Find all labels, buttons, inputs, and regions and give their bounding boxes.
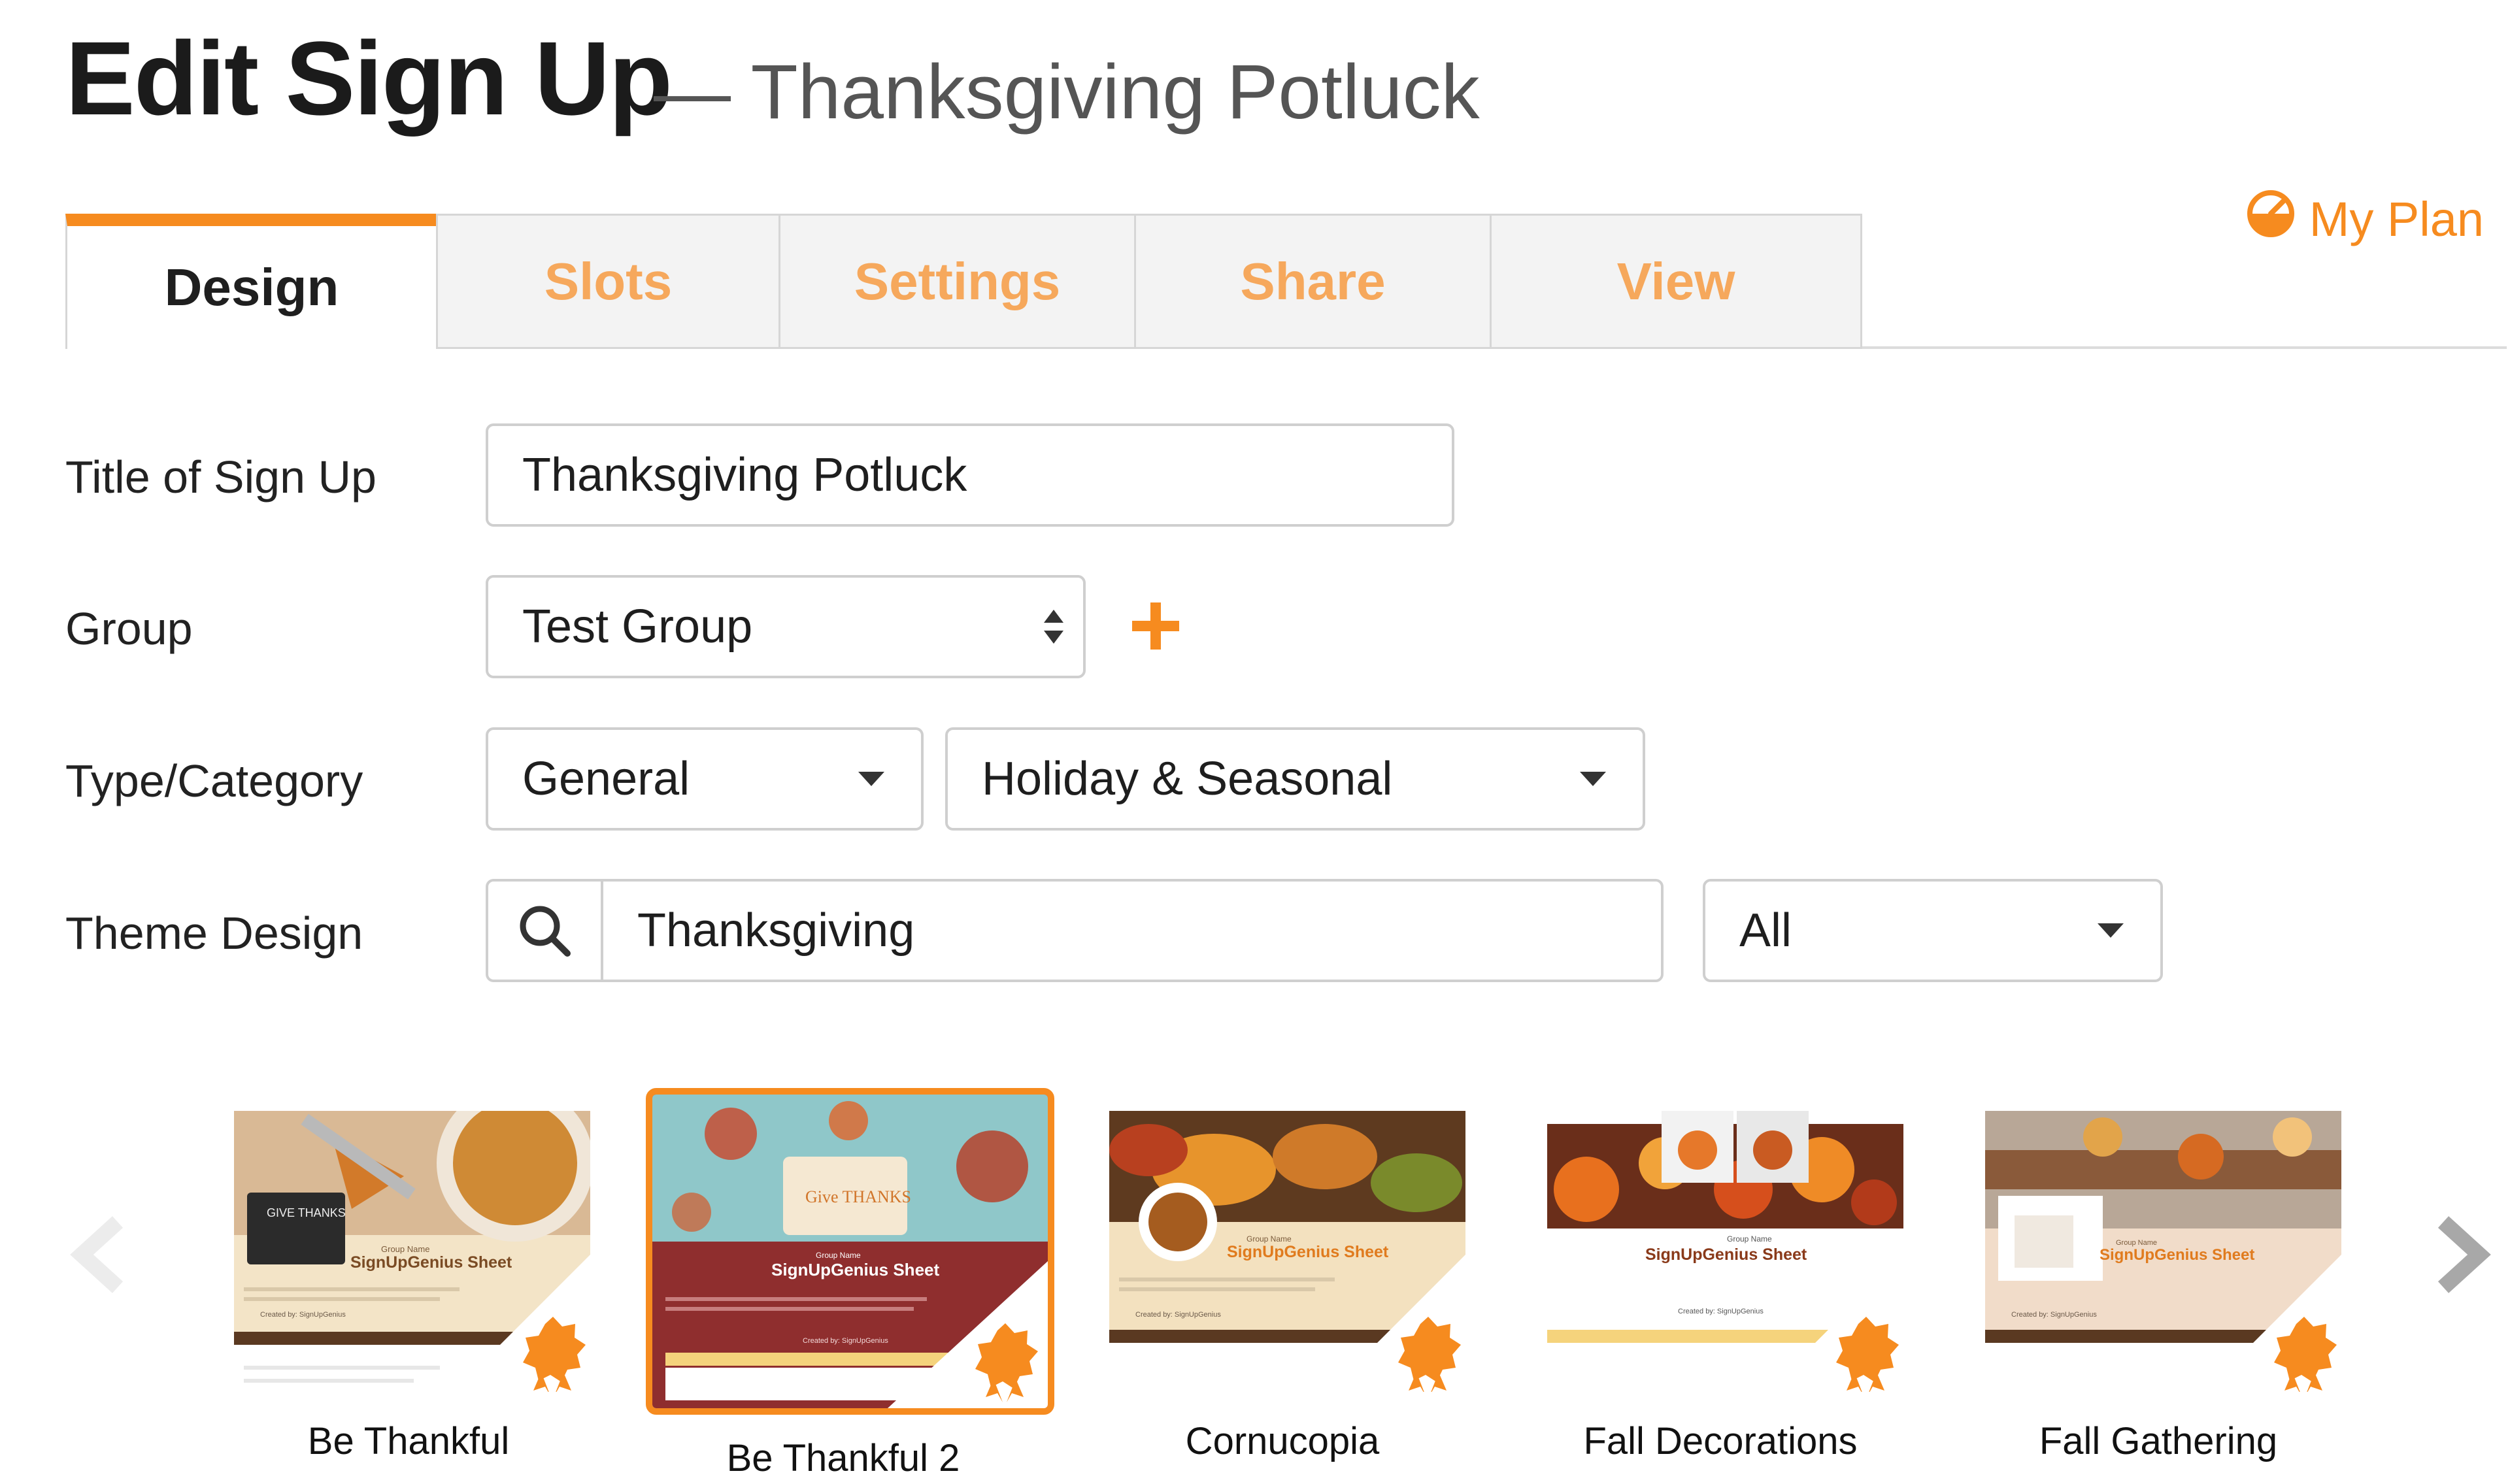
tab-share[interactable]: Share: [1134, 214, 1492, 349]
updown-arrows-icon: [1044, 610, 1063, 644]
chevron-left-icon[interactable]: [65, 1215, 131, 1297]
tab-view[interactable]: View: [1490, 214, 1862, 349]
theme-name: Cornucopia: [1185, 1420, 1380, 1462]
theme-name: Be Thankful: [307, 1420, 510, 1462]
caret-down-icon: [2098, 923, 2124, 938]
type-category-label: Type/Category: [65, 755, 363, 806]
svg-text:Group Name: Group Name: [816, 1251, 861, 1260]
svg-text:SignUpGenius Sheet: SignUpGenius Sheet: [771, 1260, 939, 1279]
page-subtitle: — Thanksgiving Potluck: [654, 49, 1480, 135]
my-plan-label: My Plan: [2309, 192, 2484, 246]
theme-thumbnail: Group Name SignUpGenius Sheet Created by…: [1985, 1111, 2341, 1392]
theme-thumbnail: Give THANKS Group Name SignUpGenius Shee…: [652, 1095, 1048, 1408]
caret-down-icon: [858, 772, 884, 786]
chevron-right-icon[interactable]: [2430, 1215, 2496, 1297]
svg-text:SignUpGenius Sheet: SignUpGenius Sheet: [2100, 1246, 2254, 1264]
svg-text:Group Name: Group Name: [1727, 1234, 1772, 1244]
tab-settings[interactable]: Settings: [778, 214, 1136, 349]
theme-name: Fall Decorations: [1583, 1420, 1858, 1462]
gauge-icon: [2247, 190, 2295, 249]
svg-text:SignUpGenius Sheet: SignUpGenius Sheet: [1227, 1243, 1389, 1261]
svg-text:SignUpGenius Sheet: SignUpGenius Sheet: [350, 1253, 512, 1272]
svg-text:Created by: SignUpGenius: Created by: SignUpGenius: [803, 1337, 888, 1345]
theme-search-input[interactable]: Thanksgiving: [486, 879, 1664, 982]
group-select[interactable]: Test Group: [486, 575, 1086, 678]
svg-text:Group Name: Group Name: [381, 1244, 429, 1254]
theme-card-cornucopia[interactable]: Group Name SignUpGenius Sheet Created by…: [1109, 1111, 1465, 1392]
theme-name: Be Thankful 2: [726, 1437, 960, 1479]
search-icon: [488, 882, 603, 980]
svg-text:Give THANKS: Give THANKS: [805, 1187, 911, 1206]
theme-design-label: Theme Design: [65, 908, 363, 959]
tab-label: Slots: [544, 252, 673, 310]
svg-text:Created by: SignUpGenius: Created by: SignUpGenius: [260, 1311, 346, 1319]
title-label: Title of Sign Up: [65, 452, 376, 503]
theme-card-be-thankful-2[interactable]: Give THANKS Group Name SignUpGenius Shee…: [646, 1088, 1054, 1415]
page-title: Edit Sign Up: [65, 20, 673, 137]
theme-card-fall-gathering[interactable]: Group Name SignUpGenius Sheet Created by…: [1985, 1111, 2341, 1392]
svg-text:Group Name: Group Name: [1247, 1234, 1292, 1244]
theme-thumbnail: Group Name SignUpGenius Sheet Created by…: [234, 1111, 590, 1392]
title-value: Thanksgiving Potluck: [522, 449, 967, 501]
theme-filter-value: All: [1739, 904, 1792, 957]
title-input[interactable]: Thanksgiving Potluck: [486, 423, 1454, 527]
tab-label: Settings: [854, 252, 1061, 310]
theme-search-value: Thanksgiving: [637, 904, 915, 957]
type-value: General: [522, 753, 690, 805]
group-value: Test Group: [522, 601, 753, 653]
svg-text:Created by: SignUpGenius: Created by: SignUpGenius: [1678, 1308, 1764, 1315]
theme-card-be-thankful[interactable]: Group Name SignUpGenius Sheet Created by…: [234, 1111, 590, 1392]
theme-card-fall-decorations[interactable]: Group Name SignUpGenius Sheet Created by…: [1547, 1111, 1903, 1392]
tab-design[interactable]: Design: [65, 214, 438, 349]
my-plan-link[interactable]: My Plan: [2247, 190, 2484, 249]
svg-text:Created by: SignUpGenius: Created by: SignUpGenius: [2011, 1311, 2097, 1319]
theme-thumbnail: Group Name SignUpGenius Sheet Created by…: [1547, 1111, 1903, 1392]
theme-filter-select[interactable]: All: [1703, 879, 2163, 982]
caret-down-icon: [1580, 772, 1606, 786]
theme-name: Fall Gathering: [2039, 1420, 2278, 1462]
tab-slots[interactable]: Slots: [436, 214, 780, 349]
svg-text:SignUpGenius Sheet: SignUpGenius Sheet: [1645, 1245, 1807, 1264]
svg-text:GIVE THANKS: GIVE THANKS: [267, 1206, 346, 1219]
tab-label: View: [1616, 252, 1735, 310]
svg-text:Created by: SignUpGenius: Created by: SignUpGenius: [1135, 1311, 1221, 1319]
category-select[interactable]: Holiday & Seasonal: [945, 727, 1645, 831]
tab-label: Design: [164, 258, 339, 316]
tab-label: Share: [1240, 252, 1386, 310]
type-select[interactable]: General: [486, 727, 924, 831]
plus-icon[interactable]: [1130, 600, 1182, 655]
group-label: Group: [65, 603, 193, 654]
theme-thumbnail: Group Name SignUpGenius Sheet Created by…: [1109, 1111, 1465, 1392]
category-value: Holiday & Seasonal: [982, 753, 1393, 805]
